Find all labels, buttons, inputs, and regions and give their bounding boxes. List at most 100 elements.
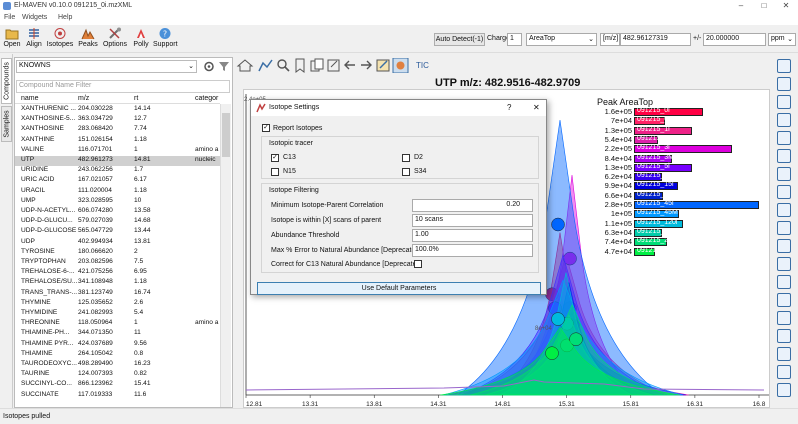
chart-icon[interactable] bbox=[777, 131, 791, 145]
chart-icon[interactable] bbox=[777, 95, 791, 109]
legend-entry[interactable]: 9.9e+04 091215_15i bbox=[592, 181, 770, 191]
align-button[interactable]: Align bbox=[24, 26, 44, 52]
legend-entry[interactable]: 4.7e+04 091215_240M bbox=[592, 247, 770, 256]
table-row[interactable]: TAURODEOXYC... 498.289490 16.23 bbox=[15, 360, 220, 370]
compounds-scrollbar[interactable] bbox=[220, 104, 231, 407]
table-row[interactable]: UMP 323.028595 10 bbox=[15, 197, 220, 207]
filter-icon[interactable] bbox=[218, 61, 230, 72]
close-window-button[interactable]: ✕ bbox=[780, 1, 792, 10]
database-select[interactable]: KNOWNS ⌄ bbox=[16, 60, 197, 73]
legend-entry[interactable]: 1.1e+05 091215_120i bbox=[592, 219, 770, 228]
table-row[interactable]: TRYPTOPHAN 203.082596 7.5 bbox=[15, 258, 220, 268]
table-row[interactable]: TRANS_TRANS-... 381.123749 16.74 bbox=[15, 289, 220, 299]
charge-spinbox[interactable]: 1 bbox=[507, 33, 522, 46]
scrollbar-thumb[interactable] bbox=[222, 113, 230, 157]
chart-icon[interactable] bbox=[777, 221, 791, 235]
help-button[interactable]: ? bbox=[507, 103, 511, 112]
polly-button[interactable]: Polly bbox=[130, 26, 152, 52]
chart-icon[interactable] bbox=[777, 383, 791, 397]
legend-entry[interactable]: 7e+04 091215_0M bbox=[592, 116, 770, 126]
table-row[interactable]: TAURINE 124.007393 0.82 bbox=[15, 370, 220, 380]
column-header-mz[interactable]: m/z bbox=[78, 95, 89, 102]
options-button[interactable]: Options bbox=[102, 26, 128, 52]
chart-icon[interactable] bbox=[777, 149, 791, 163]
table-row[interactable]: XANTHURENIC ... 204.030228 14.14 bbox=[15, 105, 220, 115]
menu-file[interactable]: File bbox=[4, 14, 15, 21]
use-default-parameters-button[interactable]: Use Default Parameters bbox=[257, 282, 541, 295]
peaks-button[interactable]: Peaks bbox=[77, 26, 99, 52]
area-type-select[interactable]: AreaTop ⌄ bbox=[526, 33, 597, 46]
tic-button[interactable]: TIC bbox=[416, 61, 429, 70]
min-correlation-input[interactable]: 0.20 bbox=[412, 199, 533, 212]
report-isotopes-checkbox[interactable]: ✓ bbox=[262, 124, 270, 132]
table-row[interactable]: XANTHINE 151.026154 1.18 bbox=[15, 136, 220, 146]
mz-input[interactable]: 482.96127319 bbox=[620, 33, 691, 46]
column-header-name[interactable]: name bbox=[21, 95, 39, 102]
chart-icon[interactable] bbox=[777, 311, 791, 325]
table-row[interactable]: THREONINE 118.050964 1 amino a bbox=[15, 319, 220, 329]
column-header-category[interactable]: categor bbox=[195, 95, 218, 102]
table-row[interactable]: THIAMINE PYR... 424.037689 9.56 bbox=[15, 340, 220, 350]
max-error-input[interactable]: 100.0% bbox=[412, 244, 533, 257]
chart-icon[interactable] bbox=[777, 59, 791, 73]
n15-checkbox[interactable] bbox=[271, 168, 279, 176]
legend-entry[interactable]: 6.3e+04 091215_120M bbox=[592, 228, 770, 237]
isotopes-button[interactable]: Isotopes bbox=[46, 26, 74, 52]
tab-compounds[interactable]: Compounds bbox=[1, 58, 12, 104]
chart-icon[interactable] bbox=[777, 77, 791, 91]
table-row[interactable]: THIAMINE-PH... 344.071350 11 bbox=[15, 329, 220, 339]
chart-icon[interactable] bbox=[777, 257, 791, 271]
tab-samples[interactable]: Samples bbox=[1, 106, 12, 142]
support-button[interactable]: ? Support bbox=[153, 26, 178, 52]
legend-entry[interactable]: 5.4e+04 091215_1M bbox=[592, 135, 770, 144]
table-row[interactable]: THYMINE 125.035652 2.6 bbox=[15, 299, 220, 309]
correct-c13-checkbox[interactable] bbox=[414, 260, 422, 268]
table-row[interactable]: UDP-D-GLUCOSE 565.047729 13.44 bbox=[15, 227, 220, 237]
mz-select[interactable]: [m/z] bbox=[600, 33, 620, 46]
table-row[interactable]: SUCCINYL-CO... 866.123962 15.41 bbox=[15, 380, 220, 390]
table-row[interactable]: XANTHOSINE 283.068420 7.74 bbox=[15, 125, 220, 135]
auto-detect-button[interactable]: Auto Detect(-1) bbox=[434, 33, 485, 46]
legend-entry[interactable]: 6.2e+04 091215_5M bbox=[592, 172, 770, 182]
menu-help[interactable]: Help bbox=[58, 14, 72, 21]
legend-entry[interactable]: 1.3e+05 091215_1i bbox=[592, 126, 770, 135]
within-scans-input[interactable]: 10 scans bbox=[412, 214, 533, 227]
open-button[interactable]: Open bbox=[2, 26, 22, 52]
legend-entry[interactable]: 1.3e+05 091215_5i bbox=[592, 163, 770, 172]
chart-icon[interactable] bbox=[777, 275, 791, 289]
legend-entry[interactable]: 8.4e+04 091215_3M bbox=[592, 154, 770, 163]
table-row[interactable]: UTP 482.961273 14.81 nucleic bbox=[15, 156, 220, 166]
dialog-close-button[interactable]: ✕ bbox=[533, 103, 540, 112]
table-row[interactable]: URIC ACID 167.021057 6.17 bbox=[15, 176, 220, 186]
d2-checkbox[interactable] bbox=[402, 154, 410, 162]
menu-widgets[interactable]: Widgets bbox=[22, 14, 47, 21]
legend-entry[interactable]: 2.8e+05 091215_45i bbox=[592, 200, 770, 209]
chart-icon[interactable] bbox=[777, 347, 791, 361]
maximize-button[interactable]: □ bbox=[758, 1, 770, 10]
chart-icon[interactable] bbox=[777, 239, 791, 253]
tolerance-input[interactable]: 20.000000 bbox=[703, 33, 766, 46]
table-row[interactable]: SUCCINATE 117.019333 11.6 bbox=[15, 391, 220, 401]
chart-icon[interactable] bbox=[777, 185, 791, 199]
legend-entry[interactable]: 1.6e+05 091215_0i bbox=[592, 107, 770, 116]
legend-entry[interactable]: 6.6e+04 091215_15M bbox=[592, 191, 770, 200]
chart-icon[interactable] bbox=[777, 167, 791, 181]
legend-entry[interactable]: 7.4e+04 091215_240i bbox=[592, 237, 770, 247]
table-row[interactable]: VALINE 116.071701 1 amino a bbox=[15, 146, 220, 156]
legend-entry[interactable]: 1e+05 091215_45M bbox=[592, 209, 770, 219]
table-row[interactable]: UDP 402.994934 13.81 bbox=[15, 238, 220, 248]
table-row[interactable]: UDP-D-GLUCU... 579.027039 14.68 bbox=[15, 217, 220, 227]
abundance-threshold-input[interactable]: 1.00 bbox=[412, 229, 533, 242]
chart-icon[interactable] bbox=[777, 293, 791, 307]
table-row[interactable]: URACIL 111.020004 1.18 bbox=[15, 187, 220, 197]
chart-icon[interactable] bbox=[777, 203, 791, 217]
table-row[interactable]: UDP-N-ACETYL... 606.074280 13.58 bbox=[15, 207, 220, 217]
table-row[interactable]: TYROSINE 180.066620 2 bbox=[15, 248, 220, 258]
chart-icon[interactable] bbox=[777, 113, 791, 127]
chart-icon[interactable] bbox=[777, 365, 791, 379]
compound-filter-input[interactable]: Compound Name Filter bbox=[16, 80, 230, 93]
settings-icon[interactable] bbox=[203, 61, 215, 72]
minimize-button[interactable]: – bbox=[735, 1, 747, 10]
c13-checkbox[interactable]: ✓ bbox=[271, 154, 279, 162]
unit-select[interactable]: ppm ⌄ bbox=[768, 33, 796, 46]
